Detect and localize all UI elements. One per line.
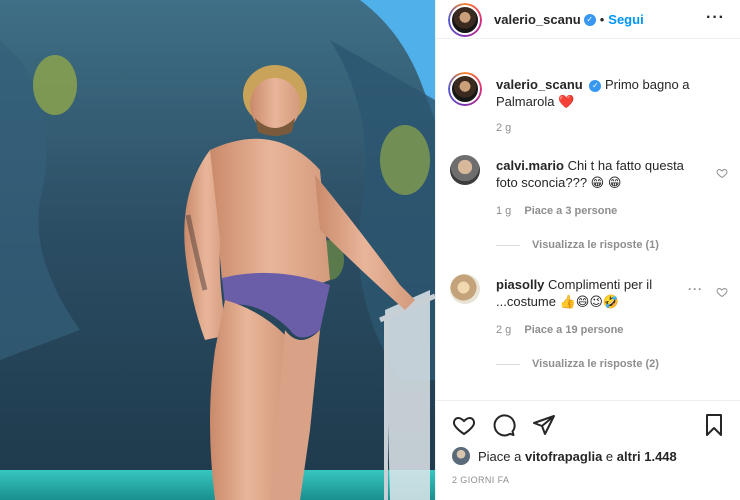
replies-line [496,363,520,365]
separator-dot: • [599,12,605,27]
likes-prefix: Piace a [478,448,522,464]
comment-item: calvi.mario Chi t ha fatto questa foto s… [436,155,740,265]
follow-button[interactable]: Segui [608,12,643,27]
comment-body: calvi.mario Chi t ha fatto questa foto s… [496,157,696,191]
view-replies-button[interactable]: Visualizza le risposte (1) [496,239,659,251]
comment-meta: 1 g Piace a 3 persone [496,205,617,217]
comment-item: piasolly Complimenti per il ...costume 👍… [436,274,740,384]
heart-icon[interactable] [716,286,728,298]
likes-summary: Piace a vitofrapaglia e altri 1.448 [452,447,677,465]
author-username[interactable]: valerio_scanu [494,12,581,27]
post-header: valerio_scanu ✓ • Segui ··· [436,0,740,39]
comment-meta: 2 g Piace a 19 persone [496,324,623,336]
likes-joiner: e [605,448,614,464]
comment-more-icon[interactable]: ··· [688,282,703,296]
caption-emoji: ❤️ [558,94,575,109]
view-replies-label: Visualizza le risposte (1) [532,239,659,251]
comment-likes[interactable]: Piace a 3 persone [524,205,617,217]
caption-username[interactable]: valerio_scanu [496,77,583,92]
replies-line [496,244,520,246]
comment-username[interactable]: piasolly [496,277,544,292]
heart-icon[interactable] [452,413,476,437]
comment-time[interactable]: 2 g [496,324,511,336]
comment-likes[interactable]: Piace a 19 persone [524,324,623,336]
comment-username[interactable]: calvi.mario [496,158,564,173]
caption-avatar[interactable] [448,72,482,106]
photo-illustration [0,0,435,500]
comment-time[interactable]: 1 g [496,205,511,217]
caption-time[interactable]: 2 g [496,122,511,134]
verified-icon: ✓ [583,13,596,26]
post-photo[interactable] [0,0,435,500]
caption-body: valerio_scanu ✓ Primo bagno a Palmarola … [496,76,726,110]
caption: valerio_scanu ✓ Primo bagno a Palmarola … [436,72,740,142]
more-icon[interactable]: ··· [706,9,725,27]
commenter-avatar[interactable] [450,155,480,185]
post-date[interactable]: 2 GIORNI FA [452,475,509,485]
post-actions: Piace a vitofrapaglia e altri 1.448 2 GI… [436,400,740,500]
comment-body: piasolly Complimenti per il ...costume 👍… [496,276,676,310]
bookmark-icon[interactable] [702,413,726,437]
view-replies-label: Visualizza le risposte (2) [532,358,659,370]
author-avatar[interactable] [448,3,482,37]
view-replies-button[interactable]: Visualizza le risposte (2) [496,358,659,370]
share-icon[interactable] [532,413,556,437]
verified-icon: ✓ [589,79,602,92]
likes-others[interactable]: altri 1.448 [617,449,677,464]
heart-icon[interactable] [716,167,728,179]
post-side-panel: valerio_scanu ✓ • Segui ··· valerio_scan… [435,0,740,500]
liker-avatar[interactable] [452,447,470,465]
comment-icon[interactable] [492,413,516,437]
commenter-avatar[interactable] [450,274,480,304]
liker-username[interactable]: vitofrapaglia [525,449,602,464]
